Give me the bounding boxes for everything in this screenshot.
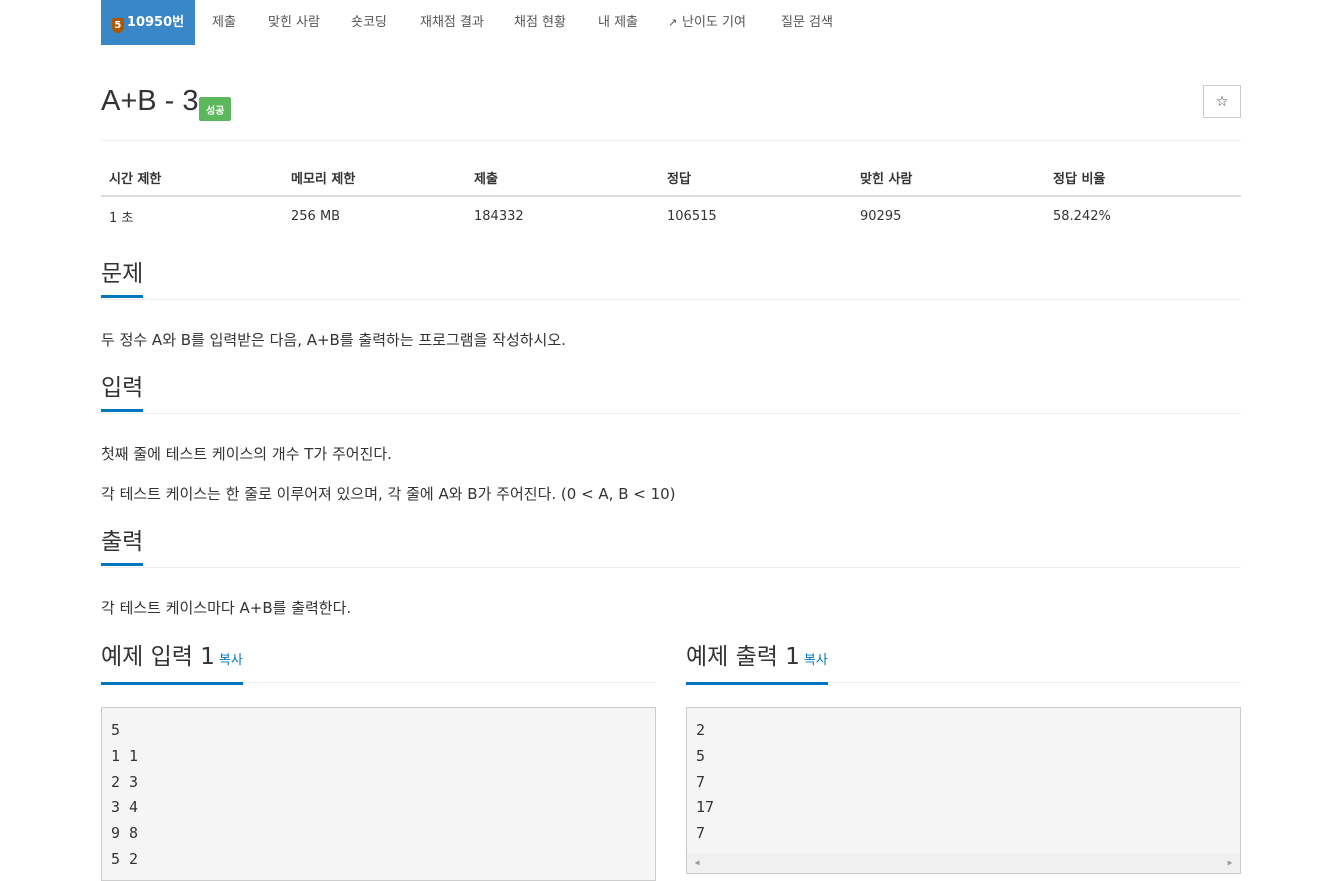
sample-input-section: 예제 입력 1 복사 [101,642,656,685]
sample-output-content: 2 5 7 17 7 [696,721,715,843]
nav-difficulty-label: 난이도 기여 [682,15,746,30]
nav-short-coding[interactable]: 숏코딩 [351,0,387,45]
header-accepted: 정답 [659,158,852,197]
nav-solvers[interactable]: 맞힌 사람 [268,0,320,45]
sample-output-section: 예제 출력 1 복사 [686,642,1241,685]
problem-title: 문제 [101,259,144,298]
sample-output-header: 예제 출력 1 복사 [686,642,1241,685]
sample-input-title-text: 예제 입력 1 [101,644,215,670]
input-text-line-2: 각 테스트 케이스는 한 줄로 이루어져 있으며, 각 줄에 A와 B가 주어진… [101,485,676,503]
problem-section: 문제 두 정수 A와 B를 입력받은 다음, A+B를 출력하는 프로그램을 작… [101,259,1241,350]
nav-rejudge-results[interactable]: 재채점 결과 [420,0,484,45]
tier-badge-icon: 5 [111,18,124,33]
sample-output-box[interactable]: 2 5 7 17 7 ◀ ▶ [686,707,1241,874]
input-title: 입력 [101,373,144,412]
sample-input-header: 예제 입력 1 복사 [101,642,656,685]
table-header-row: 시간 제한 메모리 제한 제출 정답 맞힌 사람 정답 비율 [101,158,1241,197]
submissions-value: 184332 [474,209,524,224]
page-title: A+B - 3 [101,85,199,117]
nav-problem-number[interactable]: 5 10950번 [101,0,195,45]
external-link-icon: ↗ [668,16,678,29]
header-solvers: 맞힌 사람 [852,158,1045,197]
output-section: 출력 각 테스트 케이스마다 A+B를 출력한다. [101,527,1241,618]
sample-output-title: 예제 출력 1 복사 [686,642,828,685]
nav-submit[interactable]: 제출 [212,0,236,45]
sample-input-copy-button[interactable]: 복사 [219,653,243,668]
scroll-right-icon[interactable]: ▶ [1222,853,1238,873]
input-header: 입력 [101,373,1241,414]
header-memory-limit: 메모리 제한 [283,158,466,197]
accepted-value: 106515 [667,209,717,224]
input-section: 입력 첫째 줄에 테스트 케이스의 개수 T가 주어진다. 각 테스트 케이스는… [101,373,1241,504]
table-row: 1 초 256 MB 184332 106515 90295 58.242% [101,196,1241,234]
nav-my-submissions[interactable]: 내 제출 [598,0,638,45]
time-limit-value: 1 초 [109,211,134,226]
sample-output-title-text: 예제 출력 1 [686,644,800,670]
star-button[interactable]: ☆ [1203,85,1241,118]
problem-body: 두 정수 A와 B를 입력받은 다음, A+B를 출력하는 프로그램을 작성하시… [101,330,1241,350]
input-body: 첫째 줄에 테스트 케이스의 개수 T가 주어진다. 각 테스트 케이스는 한 … [101,444,1241,504]
title-row: A+B - 3 성공 ☆ [101,85,1241,141]
header-submissions: 제출 [466,158,659,197]
scroll-left-icon[interactable]: ◀ [689,853,705,873]
problem-number: 10950번 [126,15,185,30]
sample-output-copy-button[interactable]: 복사 [804,653,828,668]
accept-ratio-value: 58.242% [1053,209,1111,224]
header-accept-ratio: 정답 비율 [1045,158,1241,197]
header-time-limit: 시간 제한 [101,158,283,197]
problem-text: 두 정수 A와 B를 입력받은 다음, A+B를 출력하는 프로그램을 작성하시… [101,331,566,349]
sample-input-box[interactable]: 5 1 1 2 3 3 4 9 8 5 2 [101,707,656,881]
output-title: 출력 [101,527,144,566]
horizontal-scrollbar[interactable]: ◀ ▶ [687,853,1240,873]
solvers-value: 90295 [860,209,902,224]
status-badge: 성공 [199,97,232,121]
nav-question-search[interactable]: 질문 검색 [781,0,833,45]
output-text: 각 테스트 케이스마다 A+B를 출력한다. [101,599,352,617]
sample-input-title: 예제 입력 1 복사 [101,642,243,685]
output-header: 출력 [101,527,1241,568]
output-body: 각 테스트 케이스마다 A+B를 출력한다. [101,598,1241,618]
memory-limit-value: 256 MB [291,209,341,224]
sample-input-content: 5 1 1 2 3 3 4 9 8 5 2 [111,721,139,868]
problem-nav: 5 10950번 제출 맞힌 사람 숏코딩 재채점 결과 채점 현황 내 제출 ↗… [101,0,1241,45]
problem-info-table: 시간 제한 메모리 제한 제출 정답 맞힌 사람 정답 비율 1 초 256 M… [101,158,1241,234]
problem-header: 문제 [101,259,1241,300]
nav-judge-status[interactable]: 채점 현황 [514,0,566,45]
input-text-line-1: 첫째 줄에 테스트 케이스의 개수 T가 주어진다. [101,445,392,463]
nav-difficulty-contribute[interactable]: ↗ 난이도 기여 [668,0,746,45]
star-icon: ☆ [1215,94,1229,110]
